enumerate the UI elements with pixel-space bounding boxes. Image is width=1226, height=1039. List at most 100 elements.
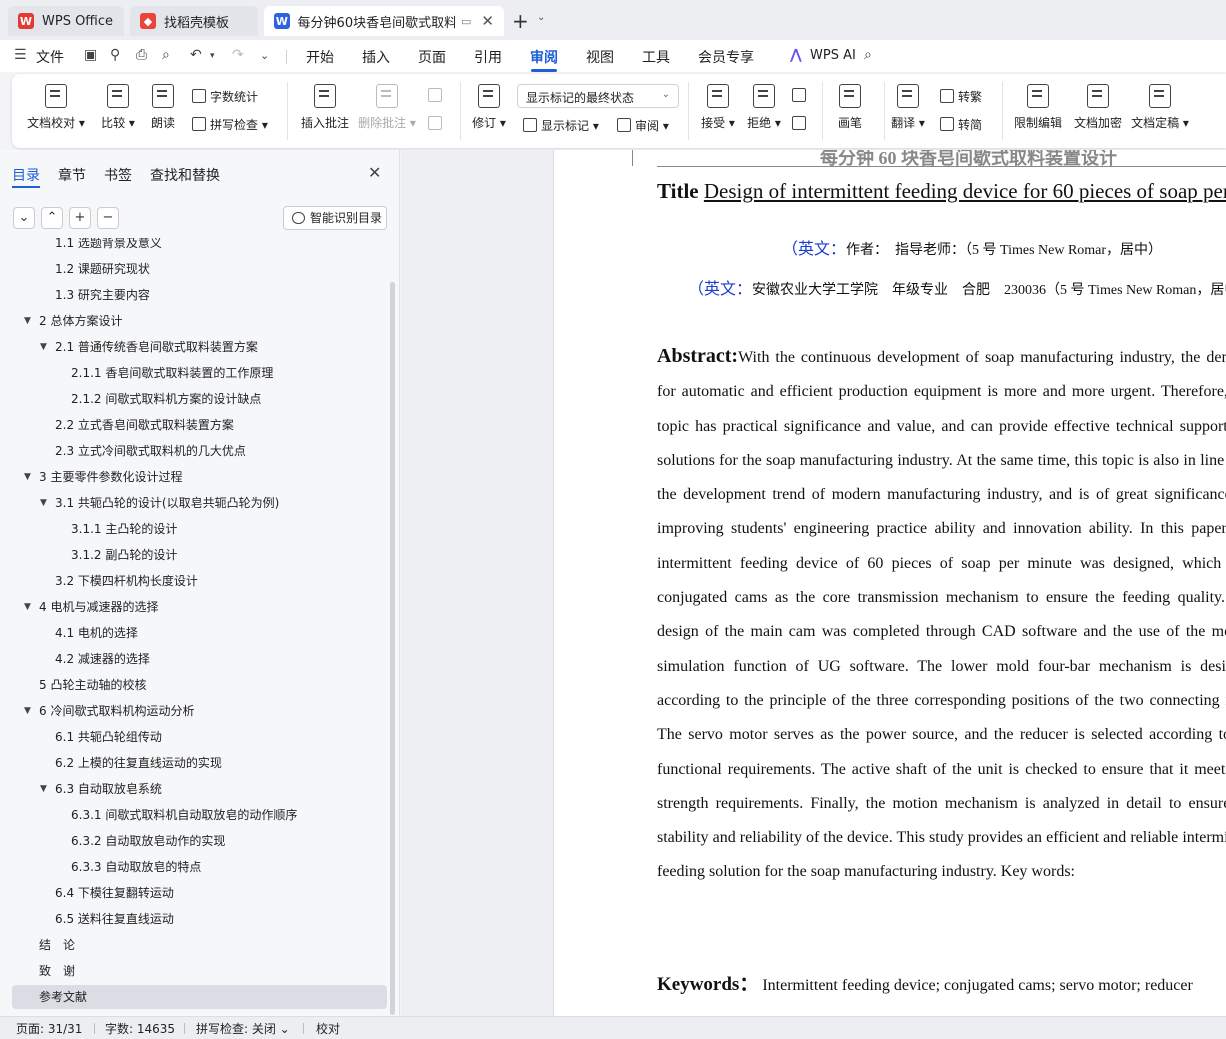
doc-check-button[interactable]: 文档校对 ▾	[26, 84, 86, 131]
hamburger-icon[interactable]: ☰	[14, 47, 27, 63]
document-canvas[interactable]: 每分钟 60 块香皂间歇式取料装置设计 Title Design of inte…	[401, 150, 1226, 1016]
smart-toc-button[interactable]: 智能识别目录	[283, 206, 387, 230]
keywords-line[interactable]: Keywords： Intermittent feeding device; c…	[657, 969, 1193, 996]
delete-comment-button[interactable]: 删除批注 ▾	[357, 84, 417, 131]
prev-comment-icon[interactable]	[428, 88, 446, 103]
document-page[interactable]: 每分钟 60 块香皂间歇式取料装置设计 Title Design of inte…	[553, 150, 1226, 1016]
close-tab-icon[interactable]: ✕	[481, 12, 494, 30]
toc-item[interactable]: 1.1 选题背景及意义	[55, 238, 162, 254]
toc-item[interactable]: 2.1.1 香皂间歇式取料装置的工作原理	[71, 362, 273, 384]
print-preview-icon[interactable]: ⌕	[162, 47, 170, 63]
affiliation-line[interactable]: （英文：安徽农业大学工学院 年级专业 合肥 230036（5 号 Times N…	[688, 275, 1226, 299]
toc-item[interactable]: 6.3.2 自动取放皂动作的实现	[71, 830, 225, 852]
to-traditional-button[interactable]: 转繁	[940, 88, 982, 105]
toc-item[interactable]: ▼ 3.1 共轭凸轮的设计(以取皂共轭凸轮为例)	[40, 492, 279, 514]
wps-ai-icon[interactable]: ⋀	[790, 47, 802, 63]
menu-reference[interactable]: 引用	[474, 47, 502, 67]
toc-item[interactable]: 6.4 下模往复翻转运动	[55, 882, 174, 904]
markup-state-select[interactable]: 显示标记的最终状态 ⌄	[517, 84, 679, 108]
toc-item[interactable]: 参考文献	[39, 986, 87, 1008]
search-icon[interactable]: ⌕	[864, 47, 872, 63]
show-markup-button[interactable]: 显示标记 ▾	[523, 117, 599, 134]
expand-triangle-icon[interactable]: ▼	[24, 700, 31, 722]
toc-item[interactable]: 6.5 送料往复直线运动	[55, 908, 174, 930]
toc-item[interactable]: 2.3 立式冷间歇式取料机的几大优点	[55, 440, 246, 462]
toc-item[interactable]: 6.2 上模的往复直线运动的实现	[55, 752, 222, 774]
word-count-button[interactable]: 字数统计	[192, 88, 258, 105]
english-title[interactable]: Title Design of intermittent feeding dev…	[657, 179, 1226, 204]
review-pane-button[interactable]: 审阅 ▾	[617, 117, 669, 134]
toc-item[interactable]: 4.1 电机的选择	[55, 622, 138, 644]
nav-tab-chapters[interactable]: 章节	[58, 165, 86, 185]
undo-dropdown-icon[interactable]: ▾	[210, 51, 215, 61]
toc-item[interactable]: 3.1.2 副凸轮的设计	[71, 544, 177, 566]
nav-scrollbar[interactable]	[390, 282, 395, 1015]
toc-item[interactable]: ▼ 3 主要零件参数化设计过程	[24, 466, 182, 488]
add-heading-button[interactable]: +	[69, 207, 91, 229]
spell-check-status[interactable]: 拼写检查: 关闭 ⌄	[196, 1020, 290, 1037]
next-change-icon[interactable]	[792, 116, 810, 131]
read-aloud-button[interactable]: 朗读	[133, 84, 193, 131]
monitor-icon[interactable]: ▭	[461, 15, 471, 28]
close-icon[interactable]: ✕	[368, 163, 381, 182]
expand-up-button[interactable]: ⌃	[41, 207, 63, 229]
nav-tab-toc[interactable]: 目录	[12, 165, 40, 185]
toc-item[interactable]: ▼ 6 冷间歇式取料机构运动分析	[24, 700, 194, 722]
toc-item[interactable]: 3.1.1 主凸轮的设计	[71, 518, 177, 540]
toc-item[interactable]: 致 谢	[39, 960, 75, 982]
toc-item[interactable]: 4.2 减速器的选择	[55, 648, 150, 670]
menu-member[interactable]: 会员专享	[698, 47, 754, 67]
to-simplified-button[interactable]: 转简	[940, 116, 982, 133]
save-icon[interactable]: ▣	[84, 47, 97, 63]
expand-triangle-icon[interactable]: ▼	[24, 310, 31, 332]
redo-icon[interactable]: ↷	[232, 47, 244, 63]
word-count-indicator[interactable]: 字数: 14635	[105, 1020, 175, 1037]
expand-triangle-icon[interactable]: ▼	[40, 492, 47, 514]
share-icon[interactable]: ⚲	[110, 47, 120, 63]
toc-item[interactable]: 5 凸轮主动轴的校核	[39, 674, 146, 696]
toc-item[interactable]: 6.1 共轭凸轮组传动	[55, 726, 162, 748]
expand-triangle-icon[interactable]: ▼	[24, 466, 31, 488]
translate-button[interactable]: 翻译 ▾	[878, 84, 938, 131]
finalize-button[interactable]: 文档定稿 ▾	[1130, 84, 1190, 131]
tab-templates[interactable]: ◆ 找稻壳模板	[130, 6, 258, 36]
toc-item[interactable]: ▼ 2 总体方案设计	[24, 310, 122, 332]
spell-check-button[interactable]: 拼写检查 ▾	[192, 116, 268, 133]
next-comment-icon[interactable]	[428, 116, 446, 131]
print-icon[interactable]: ⎙	[136, 47, 147, 63]
pen-button[interactable]: 画笔	[820, 84, 880, 131]
expand-triangle-icon[interactable]: ▼	[40, 336, 47, 358]
toc-item[interactable]: 3.2 下模四杆机构长度设计	[55, 570, 198, 592]
remove-heading-button[interactable]: −	[97, 207, 119, 229]
prev-change-icon[interactable]	[792, 88, 810, 103]
chevron-down-icon[interactable]: ⌄	[537, 12, 545, 23]
nav-tab-find-replace[interactable]: 查找和替换	[150, 165, 220, 185]
undo-icon[interactable]: ↶	[190, 47, 202, 63]
author-line[interactable]: （英文：作者： 指导老师：（5 号 Times New Romar，居中）	[782, 235, 1162, 259]
toc-item[interactable]: 6.3.3 自动取放皂的特点	[71, 856, 201, 878]
menu-insert[interactable]: 插入	[362, 47, 390, 67]
abstract-paragraph[interactable]: Abstract:With the continuous development…	[657, 339, 1226, 890]
tab-document[interactable]: W 每分钟60块香皂间歇式取料装置设计 ▭ ✕	[264, 6, 504, 36]
expand-triangle-icon[interactable]: ▼	[40, 778, 47, 800]
toc-item[interactable]: 6.3.1 间歇式取料机自动取放皂的动作顺序	[71, 804, 297, 826]
toc-item[interactable]: 1.2 课题研究现状	[55, 258, 150, 280]
collapse-all-button[interactable]: ⌄	[13, 207, 35, 229]
menu-start[interactable]: 开始	[306, 47, 334, 67]
toc-item[interactable]: ▼ 4 电机与减速器的选择	[24, 596, 158, 618]
toc-item[interactable]: 1.3 研究主要内容	[55, 284, 150, 306]
menu-wps-ai[interactable]: WPS AI	[810, 48, 856, 63]
insert-comment-button[interactable]: 插入批注	[295, 84, 355, 131]
reject-button[interactable]: 拒绝 ▾	[734, 84, 794, 131]
revise-button[interactable]: 修订 ▾	[459, 84, 519, 131]
tab-wps-office[interactable]: W WPS Office	[8, 6, 124, 36]
menu-view[interactable]: 视图	[586, 47, 614, 67]
expand-triangle-icon[interactable]: ▼	[24, 596, 31, 618]
toc-item[interactable]: 2.2 立式香皂间歇式取料装置方案	[55, 414, 234, 436]
toc-item[interactable]: 结 论	[39, 934, 75, 956]
encrypt-button[interactable]: 文档加密	[1068, 84, 1128, 131]
menu-tools[interactable]: 工具	[642, 47, 670, 67]
menu-page[interactable]: 页面	[418, 47, 446, 67]
page-indicator[interactable]: 页面: 31/31	[16, 1020, 82, 1037]
toc-item[interactable]: 2.1.2 间歇式取料机方案的设计缺点	[71, 388, 261, 410]
